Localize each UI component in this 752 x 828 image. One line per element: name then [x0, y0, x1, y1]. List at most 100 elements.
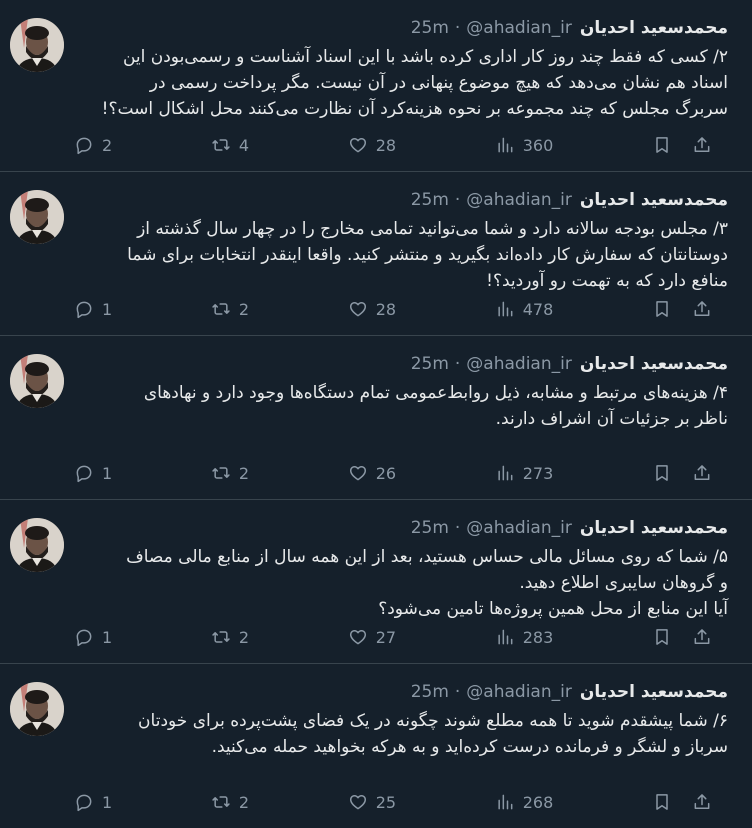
- user-name[interactable]: محمدسعید احدیان: [580, 18, 728, 38]
- timeline-feed: 25m · @ahadian_ir محمدسعید احدیان ۲/ کسی…: [0, 0, 752, 812]
- views-icon: [498, 301, 513, 317]
- user-handle[interactable]: @ahadian_ir: [466, 518, 572, 538]
- bookmark-button[interactable]: [652, 792, 672, 812]
- tweet-text-line: منافع دارد که به تهمت رو آوردید؟!: [486, 271, 728, 291]
- reply-button[interactable]: 1: [74, 463, 112, 483]
- reply-count: 1: [102, 627, 113, 647]
- like-button[interactable]: 27: [348, 627, 396, 647]
- like-button[interactable]: 25: [348, 792, 396, 812]
- like-count: 25: [375, 792, 397, 812]
- repost-button[interactable]: 2: [211, 627, 249, 647]
- bookmark-icon: [656, 137, 668, 153]
- tweet-time[interactable]: 25m: [411, 190, 449, 210]
- tweet-text: ۲/ کسی که فقط چند روز کار اداری کرده باش…: [80, 44, 728, 122]
- bookmark-icon: [656, 465, 668, 481]
- user-handle[interactable]: @ahadian_ir: [466, 190, 572, 210]
- views-count: 268: [522, 792, 554, 812]
- user-handle[interactable]: @ahadian_ir: [466, 354, 572, 374]
- views-count: 360: [522, 135, 554, 155]
- user-name[interactable]: محمدسعید احدیان: [580, 354, 728, 374]
- like-icon: [349, 302, 366, 317]
- bookmark-button[interactable]: [652, 627, 672, 647]
- repost-icon: [212, 796, 230, 808]
- tweet-time[interactable]: 25m: [411, 682, 449, 702]
- repost-icon: [212, 467, 230, 479]
- like-icon: [349, 630, 366, 645]
- reply-icon: [76, 301, 92, 319]
- user-name[interactable]: محمدسعید احدیان: [580, 190, 728, 210]
- tweet[interactable]: 25m · @ahadian_ir محمدسعید احدیان ۳/ مجل…: [0, 172, 752, 336]
- tweet[interactable]: 25m · @ahadian_ir محمدسعید احدیان ۲/ کسی…: [0, 0, 752, 172]
- tweet-time[interactable]: 25m: [411, 18, 449, 38]
- avatar[interactable]: [10, 354, 64, 408]
- avatar[interactable]: [10, 18, 64, 72]
- tweet-header: 25m · @ahadian_ir محمدسعید احدیان: [80, 188, 728, 212]
- avatar[interactable]: [10, 682, 64, 736]
- reply-button[interactable]: 1: [74, 792, 112, 812]
- like-icon: [349, 138, 366, 153]
- repost-button[interactable]: 2: [211, 299, 249, 319]
- user-name[interactable]: محمدسعید احدیان: [580, 682, 728, 702]
- tweet-time[interactable]: 25m: [411, 354, 449, 374]
- share-button[interactable]: [692, 627, 712, 647]
- share-button[interactable]: [692, 299, 712, 319]
- like-count: 26: [375, 463, 397, 483]
- views-button[interactable]: 360: [495, 135, 554, 155]
- tweet-text: ۳/ مجلس بودجه سالانه دارد و شما می‌توانی…: [80, 216, 728, 294]
- user-name[interactable]: محمدسعید احدیان: [580, 518, 728, 538]
- bookmark-button[interactable]: [652, 299, 672, 319]
- tweet-actions: 1 2 27 283: [74, 625, 712, 649]
- separator-dot: ·: [454, 18, 461, 38]
- tweet-text: ۵/ شما که روی مسائل مالی حساس هستید، بعد…: [80, 544, 728, 622]
- reply-button[interactable]: 1: [74, 299, 112, 319]
- share-button[interactable]: [692, 792, 712, 812]
- tweet-actions: 1 2 25 268: [74, 790, 712, 814]
- views-button[interactable]: 268: [495, 792, 554, 812]
- user-handle[interactable]: @ahadian_ir: [466, 682, 572, 702]
- reply-button[interactable]: 1: [74, 627, 112, 647]
- tweet-header: 25m · @ahadian_ir محمدسعید احدیان: [80, 680, 728, 704]
- reply-icon: [76, 629, 92, 647]
- tweet[interactable]: 25m · @ahadian_ir محمدسعید احدیان ۴/ هزی…: [0, 336, 752, 500]
- like-button[interactable]: 28: [348, 299, 396, 319]
- tweet-text-line: ۶/ شما پیشقدم شوید تا همه مطلع شوند چگون…: [138, 711, 728, 731]
- like-button[interactable]: 28: [348, 135, 396, 155]
- share-icon: [694, 137, 710, 152]
- user-handle[interactable]: @ahadian_ir: [466, 18, 572, 38]
- avatar[interactable]: [10, 190, 64, 244]
- like-button[interactable]: 26: [348, 463, 396, 483]
- tweet[interactable]: 25m · @ahadian_ir محمدسعید احدیان ۶/ شما…: [0, 664, 752, 828]
- tweet-header: 25m · @ahadian_ir محمدسعید احدیان: [80, 516, 728, 540]
- tweet-time[interactable]: 25m: [411, 518, 449, 538]
- repost-button[interactable]: 2: [211, 463, 249, 483]
- avatar[interactable]: [10, 518, 64, 572]
- repost-button[interactable]: 2: [211, 792, 249, 812]
- tweet-text-line: ۵/ شما که روی مسائل مالی حساس هستید، بعد…: [126, 547, 728, 567]
- views-button[interactable]: 478: [495, 299, 553, 319]
- tweet-text-line: سربرگ مجلس که چند مجموعه بر نحوه هزینه‌ک…: [101, 99, 728, 119]
- tweet-text-line: ناظر بر جزئیات آن اشراف دارند.: [495, 409, 728, 429]
- repost-icon: [212, 139, 230, 151]
- views-button[interactable]: 283: [495, 627, 553, 647]
- share-button[interactable]: [692, 463, 712, 483]
- views-icon: [498, 629, 513, 645]
- share-icon: [694, 629, 710, 644]
- views-icon: [498, 137, 513, 153]
- separator-dot: ·: [454, 682, 461, 702]
- share-button[interactable]: [692, 135, 712, 155]
- bookmark-icon: [656, 629, 668, 645]
- separator-dot: ·: [454, 518, 461, 538]
- views-button[interactable]: 273: [495, 463, 554, 483]
- repost-button[interactable]: 4: [211, 135, 249, 155]
- reply-icon: [76, 137, 92, 155]
- bookmark-button[interactable]: [652, 135, 672, 155]
- share-icon: [694, 301, 710, 316]
- tweet-actions: 1 2 26 273: [74, 461, 712, 485]
- tweet-text-line: و گروهان سایبری اطلاع دهید.: [519, 573, 728, 593]
- tweet[interactable]: 25m · @ahadian_ir محمدسعید احدیان ۵/ شما…: [0, 500, 752, 664]
- bookmark-button[interactable]: [652, 463, 672, 483]
- views-count: 273: [522, 463, 554, 483]
- reply-count: 1: [102, 463, 113, 483]
- share-icon: [694, 465, 710, 480]
- reply-button[interactable]: 2: [74, 135, 112, 155]
